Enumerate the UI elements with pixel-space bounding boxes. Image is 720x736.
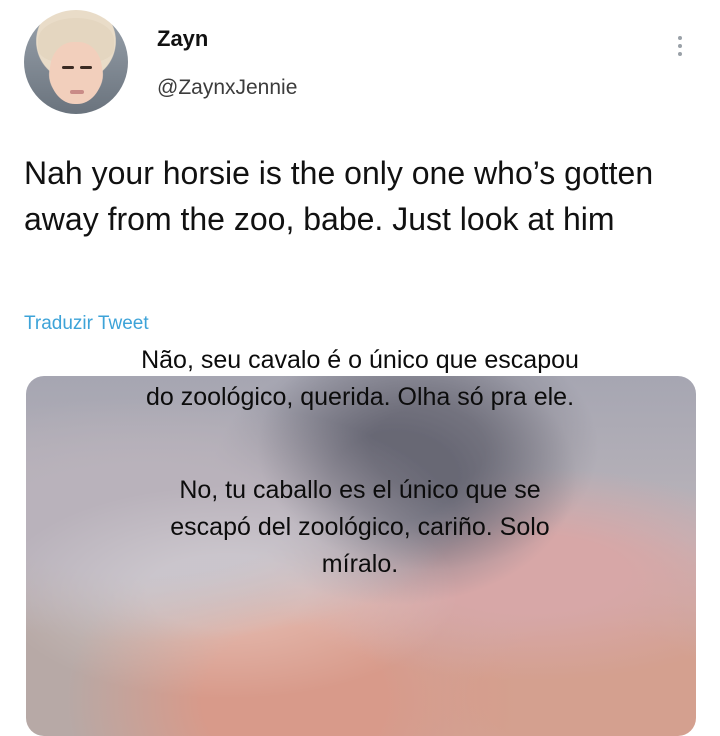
more-vertical-icon[interactable]	[668, 30, 692, 62]
portuguese-line-2: do zoológico, querida. Olha só pra ele.	[145, 383, 575, 411]
translate-tweet-link[interactable]: Traduzir Tweet	[24, 313, 149, 335]
avatar-eye-right	[80, 66, 92, 69]
avatar-eye-left	[62, 66, 74, 69]
avatar[interactable]	[24, 10, 128, 114]
spanish-translation-caption: No, tu caballo es el único que se escapó…	[40, 472, 680, 583]
author-name[interactable]: Zayn	[157, 26, 208, 52]
avatar-mouth	[70, 90, 84, 94]
spanish-line-3: míralo.	[321, 550, 399, 578]
tweet-text: Nah your horsie is the only one who’s go…	[24, 155, 654, 237]
avatar-face	[50, 42, 102, 104]
portuguese-translation-caption: Não, seu cavalo é o único que escapou do…	[40, 342, 680, 416]
author-handle[interactable]: @ZaynxJennie	[157, 76, 297, 100]
spanish-line-1: No, tu caballo es el único que se	[179, 476, 541, 504]
spanish-line-2: escapó del zoológico, cariño. Solo	[170, 513, 550, 541]
portuguese-line-1: Não, seu cavalo é o único que escapou	[141, 346, 579, 374]
